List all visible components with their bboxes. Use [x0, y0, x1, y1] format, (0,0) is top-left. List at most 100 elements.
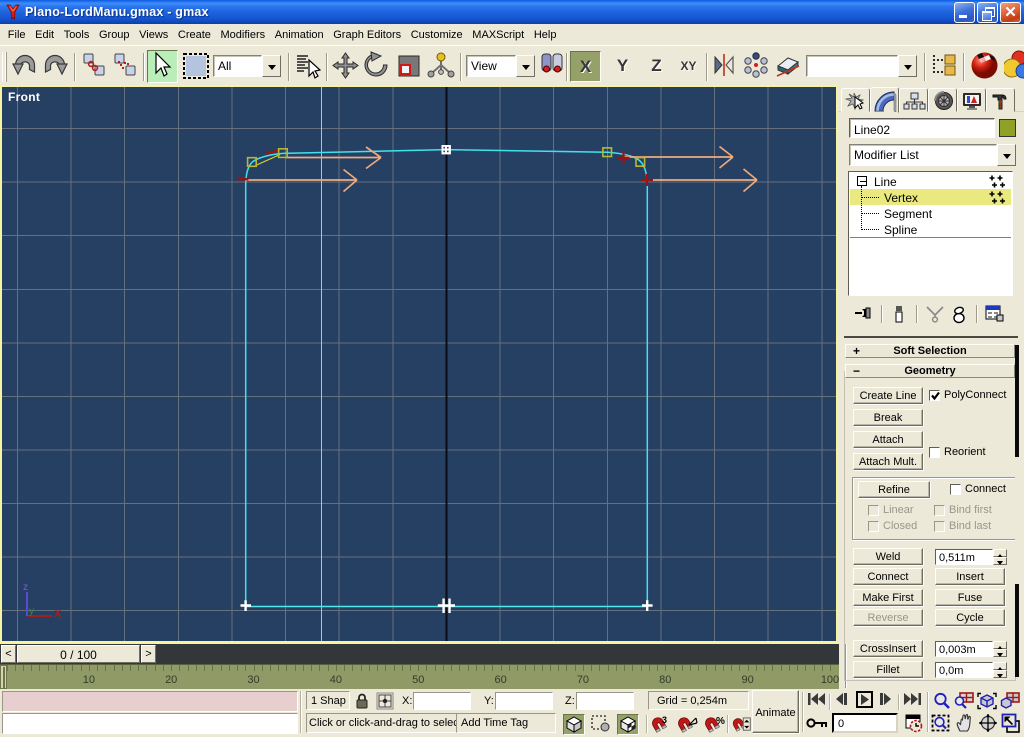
snap-toggle-3d-icon[interactable]: 3 [650, 715, 670, 734]
crossinsert-spinner[interactable]: 0,003m [935, 641, 1007, 657]
viewport-label[interactable]: Front [8, 90, 40, 104]
menu-create[interactable]: Create [173, 26, 216, 44]
tab-modify[interactable] [870, 87, 899, 113]
time-slider-handle[interactable]: 0 / 100 [17, 645, 140, 663]
rollout-geometry[interactable]: − Geometry [845, 364, 1015, 378]
select-and-manipulate-icon[interactable] [427, 51, 455, 80]
spinner-snap-icon[interactable] [731, 715, 752, 734]
object-name-field[interactable] [849, 118, 995, 138]
rollout-soft-selection[interactable]: + Soft Selection [845, 344, 1015, 358]
spinner-down-icon[interactable] [993, 557, 1007, 565]
select-and-scale-icon[interactable] [396, 53, 422, 79]
time-slider-next-button[interactable]: > [141, 645, 156, 663]
selection-filter-dropdown-icon[interactable] [262, 55, 281, 77]
undo-icon[interactable] [12, 53, 37, 77]
show-end-result-icon[interactable] [892, 305, 906, 323]
tab-display[interactable] [957, 88, 986, 112]
play-button[interactable] [856, 691, 873, 708]
weld-threshold-value[interactable]: 0,511m [935, 549, 993, 565]
snap-degradation-button[interactable] [563, 714, 585, 735]
animate-button[interactable]: Animate [752, 690, 799, 733]
attach-mult-button[interactable]: Attach Mult. [853, 453, 923, 470]
fillet-value[interactable]: 0,0m [935, 662, 993, 678]
connect-button[interactable]: Connect [853, 568, 923, 585]
tab-hierarchy[interactable] [899, 88, 928, 112]
cycle-button[interactable]: Cycle [935, 609, 1005, 626]
attach-button[interactable]: Attach [853, 431, 923, 448]
spinner-down-icon[interactable] [993, 670, 1007, 678]
arc-rotate-button[interactable] [978, 713, 998, 733]
key-mode-toggle-icon[interactable] [806, 716, 828, 730]
mirror-icon[interactable] [711, 52, 737, 79]
fuse-button[interactable]: Fuse [935, 589, 1005, 606]
toolbar-drag-handle[interactable] [2, 52, 7, 82]
weld-threshold-spinner[interactable]: 0,511m [935, 549, 1007, 565]
material-editor-icon[interactable] [969, 50, 1000, 81]
reference-coordinate-system-combo[interactable]: View [466, 55, 535, 77]
restrict-to-z-button[interactable]: Z [641, 51, 672, 82]
maxscript-listener-line[interactable] [2, 713, 298, 734]
spinner-up-icon[interactable] [993, 549, 1007, 557]
spinner-down-icon[interactable] [993, 649, 1007, 657]
tab-create[interactable] [841, 88, 870, 112]
absolute-offset-mode-icon[interactable] [375, 691, 395, 711]
modifier-list-dropdown-icon[interactable] [997, 144, 1016, 166]
dotted-selection-button[interactable] [590, 714, 612, 735]
remove-modifier-icon[interactable] [951, 305, 967, 324]
min-max-toggle-button[interactable] [1001, 713, 1021, 733]
named-selection-sets-combo[interactable] [806, 55, 917, 77]
insert-button[interactable]: Insert [935, 568, 1005, 585]
stack-row-line[interactable]: Line [850, 173, 1011, 189]
current-frame-field[interactable]: 0 [832, 713, 898, 733]
menu-maxscript[interactable]: MAXScript [467, 26, 529, 44]
zoom-extents-all-button[interactable] [1000, 692, 1020, 710]
align-icon[interactable] [774, 52, 802, 79]
restrict-to-x-button[interactable]: X [570, 51, 601, 82]
go-to-end-button[interactable] [903, 692, 922, 706]
select-and-link-icon[interactable] [81, 52, 107, 78]
minimize-button[interactable] [954, 2, 975, 23]
time-configuration-button[interactable] [905, 714, 924, 733]
track-view-icon[interactable] [930, 52, 958, 79]
zoom-all-button[interactable] [954, 692, 974, 710]
go-to-start-button[interactable] [807, 692, 826, 706]
angle-snap-icon[interactable] [676, 715, 700, 734]
make-unique-icon[interactable] [925, 305, 945, 323]
restrict-to-y-button[interactable]: Y [607, 51, 638, 82]
menu-graph-editors[interactable]: Graph Editors [328, 26, 405, 44]
checker-cube-button[interactable] [617, 714, 639, 735]
add-time-tag[interactable]: Add Time Tag [456, 713, 556, 733]
menu-customize[interactable]: Customize [406, 26, 468, 44]
unlink-selection-icon[interactable] [112, 52, 138, 78]
close-button[interactable] [1000, 2, 1021, 23]
reverse-button[interactable]: Reverse [853, 609, 923, 626]
use-pivot-point-center-icon[interactable] [539, 52, 565, 79]
rectangular-selection-region-icon[interactable] [182, 52, 210, 80]
fillet-spinner[interactable]: 0,0m [935, 662, 1007, 678]
previous-frame-button[interactable] [834, 692, 848, 706]
menu-tools[interactable]: Tools [59, 26, 94, 44]
menu-views[interactable]: Views [134, 26, 173, 44]
selection-filter-combo[interactable]: All [213, 55, 281, 77]
array-icon[interactable] [742, 51, 770, 79]
menu-animation[interactable]: Animation [270, 26, 329, 44]
render-icon[interactable] [1004, 50, 1024, 81]
menu-file[interactable]: File [3, 26, 30, 44]
track-bar[interactable]: 102030405060708090100 [0, 664, 839, 689]
panel-scrollbar[interactable] [1015, 345, 1019, 677]
tab-motion[interactable] [928, 88, 957, 112]
fillet-button[interactable]: Fillet [853, 661, 923, 678]
menu-edit[interactable]: Edit [30, 26, 59, 44]
create-line-button[interactable]: Create Line [853, 387, 923, 404]
collapse-icon[interactable] [857, 176, 867, 186]
menu-modifiers[interactable]: Modifiers [216, 26, 270, 44]
refine-button[interactable]: Refine [858, 481, 930, 498]
object-color-swatch[interactable] [999, 119, 1016, 137]
restrict-to-xy-plane-button[interactable]: XY [673, 51, 704, 82]
spinner-up-icon[interactable] [993, 662, 1007, 670]
make-first-button[interactable]: Make First [853, 589, 923, 606]
weld-button[interactable]: Weld [853, 548, 923, 565]
zoom-extents-button[interactable] [977, 692, 997, 710]
menu-group[interactable]: Group [94, 26, 134, 44]
select-and-move-icon[interactable] [332, 52, 359, 79]
